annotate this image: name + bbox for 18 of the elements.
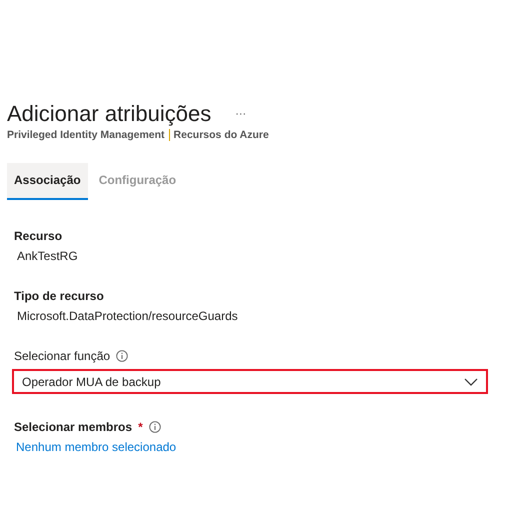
members-link[interactable]: Nenhum membro selecionado [14, 440, 176, 454]
field-label: Selecionar função [14, 349, 110, 363]
field-label: Tipo de recurso [14, 289, 104, 303]
breadcrumb-text: Recursos do Azure [174, 129, 269, 141]
page-title: Adicionar atribuições [7, 100, 212, 128]
field-label: Selecionar membros [14, 420, 132, 434]
tab[interactable]: Associação [7, 163, 88, 200]
field-value: AnkTestRG [16, 249, 79, 263]
required-mark: * [138, 420, 143, 434]
more-button[interactable]: ··· [235, 108, 246, 120]
info-icon[interactable] [148, 421, 161, 433]
breadcrumb-text: Privileged Identity Management [7, 129, 165, 141]
role-dropdown[interactable]: Operador MUA de backup [12, 369, 488, 394]
chevron-down-icon [464, 378, 478, 386]
separator [168, 129, 170, 141]
info-icon[interactable] [116, 350, 128, 362]
field-label: Recurso [14, 229, 62, 243]
field-value: Microsoft.DataProtection/resourceGuards [16, 309, 239, 323]
